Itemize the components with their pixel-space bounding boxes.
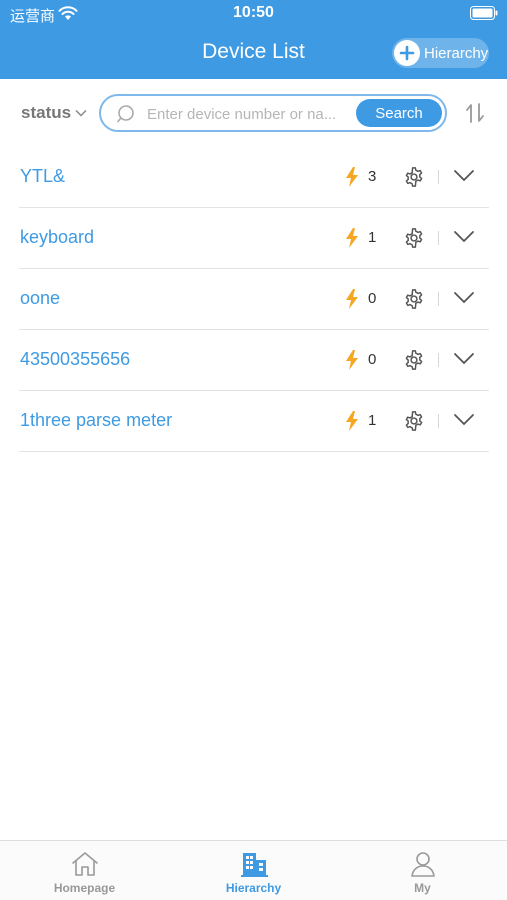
filter-bar: status Search	[0, 79, 507, 147]
clock: 10:50	[233, 4, 274, 21]
chevron-down-icon[interactable]	[453, 413, 475, 427]
gear-icon[interactable]	[403, 227, 425, 249]
home-icon	[71, 852, 98, 876]
search-input[interactable]	[147, 102, 347, 126]
building-icon	[240, 853, 268, 877]
tab-label: Hierarchy	[225, 881, 282, 895]
tab-label: Homepage	[53, 881, 116, 895]
device-name[interactable]: keyboard	[20, 227, 94, 248]
device-count: 0	[368, 351, 377, 368]
chevron-down-icon[interactable]	[453, 169, 475, 183]
search-icon	[117, 105, 134, 123]
device-count: 0	[368, 290, 377, 307]
lightning-icon	[346, 228, 358, 248]
device-name[interactable]: oone	[20, 288, 60, 309]
device-name[interactable]: 1three parse meter	[20, 410, 172, 431]
app-header: 运营商 10:50 Device List Hierarchy	[0, 0, 507, 79]
sort-icon[interactable]	[465, 102, 485, 124]
divider	[438, 292, 439, 306]
device-count: 1	[368, 229, 377, 246]
tab-bar: Homepage Hierarchy My	[0, 840, 507, 900]
gear-icon[interactable]	[403, 288, 425, 310]
chevron-down-icon[interactable]	[453, 230, 475, 244]
chevron-down-icon[interactable]	[453, 352, 475, 366]
gear-icon[interactable]	[403, 410, 425, 432]
tab-homepage[interactable]: Homepage	[0, 841, 169, 900]
lightning-icon	[346, 350, 358, 370]
lightning-icon	[346, 411, 358, 431]
tab-label: My	[414, 881, 431, 895]
hierarchy-button[interactable]: Hierarchy	[392, 38, 489, 68]
gear-icon[interactable]	[403, 349, 425, 371]
divider	[438, 170, 439, 184]
list-item[interactable]: oone 0	[19, 269, 489, 330]
battery-icon	[470, 6, 498, 20]
device-count: 3	[368, 168, 377, 185]
chevron-down-icon	[75, 109, 87, 117]
list-item[interactable]: 1three parse meter 1	[19, 391, 489, 452]
device-count: 1	[368, 412, 377, 429]
lightning-icon	[346, 167, 358, 187]
tab-my[interactable]: My	[338, 841, 507, 900]
device-list: YTL& 3 keyboard 1 oone 0 43500355656 0 1…	[19, 147, 489, 452]
lightning-icon	[346, 289, 358, 309]
divider	[438, 353, 439, 367]
hierarchy-button-label: Hierarchy	[424, 44, 489, 62]
list-item[interactable]: 43500355656 0	[19, 330, 489, 391]
chevron-down-icon[interactable]	[453, 291, 475, 305]
list-item[interactable]: YTL& 3	[19, 147, 489, 208]
device-name[interactable]: YTL&	[20, 166, 65, 187]
list-item[interactable]: keyboard 1	[19, 208, 489, 269]
search-button[interactable]: Search	[356, 99, 442, 127]
search-box: Search	[99, 94, 447, 132]
status-dropdown-label: status	[21, 103, 72, 122]
status-bar: 运营商 10:50	[0, 0, 507, 28]
divider	[438, 414, 439, 428]
status-dropdown[interactable]: status	[21, 103, 87, 123]
plus-icon	[394, 40, 420, 66]
person-icon	[410, 852, 435, 877]
tab-hierarchy[interactable]: Hierarchy	[169, 841, 338, 900]
device-name[interactable]: 43500355656	[20, 349, 130, 370]
gear-icon[interactable]	[403, 166, 425, 188]
divider	[438, 231, 439, 245]
